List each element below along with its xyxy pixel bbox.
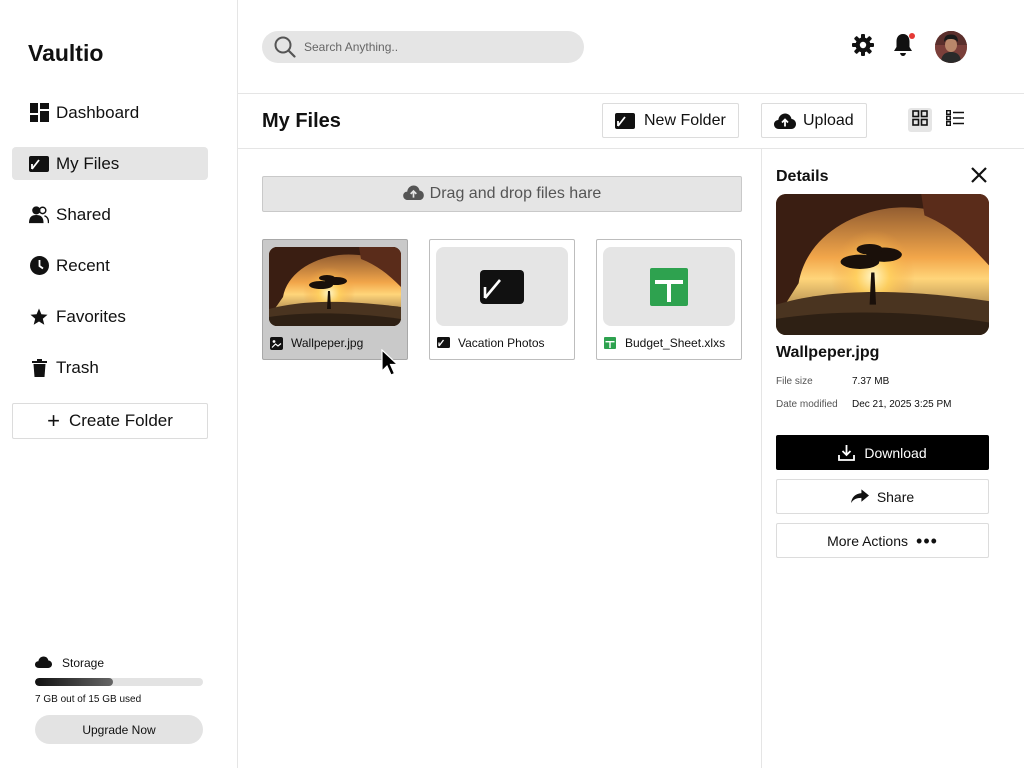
sidebar-item-label: Recent xyxy=(56,255,110,275)
details-file-name: Wallpeper.jpg xyxy=(776,344,880,361)
file-size-value: 7.37 MB xyxy=(852,376,890,387)
sidebar-item-label: My Files xyxy=(56,153,120,173)
sidebar-item-label: Trash xyxy=(56,357,99,377)
folder-icon xyxy=(29,154,49,174)
folder-icon xyxy=(437,336,450,350)
file-preview xyxy=(776,194,989,335)
more-dots-icon: ••• xyxy=(916,530,938,551)
spreadsheet-thumbnail xyxy=(603,247,735,326)
mouse-cursor-icon xyxy=(381,348,401,377)
grid-view-button[interactable] xyxy=(908,108,932,132)
dropzone-label: Drag and drop files hare xyxy=(429,185,602,202)
storage-progress-fill xyxy=(35,678,114,686)
file-name: Vacation Photos xyxy=(458,336,545,350)
close-icon xyxy=(970,167,988,188)
more-actions-button[interactable]: More Actions ••• xyxy=(776,523,989,558)
sidebar-item-dashboard[interactable]: Dashboard xyxy=(12,96,208,129)
date-modified-row: Date modified Dec 21, 2025 3:25 PM xyxy=(776,399,952,410)
sidebar-item-label: Favorites xyxy=(56,306,126,326)
sidebar-item-recent[interactable]: Recent xyxy=(12,249,208,282)
search-input[interactable] xyxy=(304,40,564,54)
share-arrow-icon xyxy=(850,488,869,506)
storage-label: Storage xyxy=(62,656,105,670)
download-button[interactable]: Download xyxy=(776,435,989,470)
sidebar-item-favorites[interactable]: Favorites xyxy=(12,300,208,333)
upgrade-now-button[interactable]: Upgrade Now xyxy=(35,715,203,744)
download-icon xyxy=(838,444,856,462)
gear-icon xyxy=(852,33,874,61)
new-folder-button[interactable]: New Folder xyxy=(602,103,739,138)
download-label: Download xyxy=(864,444,927,461)
create-folder-button[interactable]: + Create Folder xyxy=(12,403,208,439)
sidebar-item-my-files[interactable]: My Files xyxy=(12,147,208,180)
sidebar-item-trash[interactable]: Trash xyxy=(12,351,208,384)
share-label: Share xyxy=(876,488,915,505)
details-title: Details xyxy=(776,168,829,185)
cloud-icon xyxy=(35,656,53,670)
dashboard-icon xyxy=(29,103,49,123)
storage-progress-bar xyxy=(35,678,203,686)
close-details-button[interactable] xyxy=(970,166,990,186)
search-bar[interactable] xyxy=(262,31,584,63)
files-toolbar: My Files New Folder Upload xyxy=(238,94,1024,149)
users-icon xyxy=(29,205,49,225)
settings-button[interactable] xyxy=(851,33,875,61)
date-modified-label: Date modified xyxy=(776,399,838,410)
storage-usage-text: 7 GB out of 15 GB used xyxy=(35,694,142,705)
upload-button[interactable]: Upload xyxy=(761,103,867,138)
list-view-button[interactable] xyxy=(943,108,967,132)
spreadsheet-icon xyxy=(604,336,617,350)
share-button[interactable]: Share xyxy=(776,479,989,514)
upload-cloud-icon xyxy=(402,185,425,203)
bell-icon xyxy=(892,32,916,63)
list-icon xyxy=(945,109,964,131)
search-icon xyxy=(274,36,296,58)
page-title: My Files xyxy=(262,110,341,132)
image-thumbnail xyxy=(269,247,401,326)
sidebar-nav: Dashboard My Files Shared Recent Favorit… xyxy=(12,96,208,402)
topbar xyxy=(238,0,1024,94)
image-icon xyxy=(270,336,283,350)
file-size-row: File size 7.37 MB xyxy=(776,376,889,387)
trash-icon xyxy=(29,358,49,378)
details-panel: Details Wallpeper.jpg File size 7.37 MB … xyxy=(761,149,1024,768)
dropzone[interactable]: Drag and drop files hare xyxy=(262,176,742,212)
clock-icon xyxy=(29,256,49,276)
sidebar-item-label: Dashboard xyxy=(56,102,140,122)
avatar[interactable] xyxy=(935,31,967,63)
sidebar-item-shared[interactable]: Shared xyxy=(12,198,208,231)
sidebar-item-label: Shared xyxy=(56,204,111,224)
notifications-button[interactable] xyxy=(892,32,916,59)
folder-thumbnail xyxy=(436,247,568,326)
new-folder-icon xyxy=(615,111,637,131)
file-size-label: File size xyxy=(776,376,813,387)
more-actions-label: More Actions xyxy=(827,532,909,549)
file-card-wallpeper[interactable]: Wallpeper.jpg xyxy=(262,239,408,360)
sidebar: Vaultio Dashboard My Files Shared Recent xyxy=(0,0,238,768)
upload-cloud-icon xyxy=(774,111,796,131)
star-icon xyxy=(29,307,49,327)
file-name: Budget_Sheet.xlxs xyxy=(625,336,726,350)
file-card-vacation-photos[interactable]: Vacation Photos xyxy=(429,239,575,360)
file-card-budget-sheet[interactable]: Budget_Sheet.xlxs xyxy=(596,239,742,360)
upload-label: Upload xyxy=(803,111,854,129)
create-folder-label: Create Folder xyxy=(68,411,173,430)
storage-widget: Storage 7 GB out of 15 GB used Upgrade N… xyxy=(35,656,203,744)
file-name: Wallpeper.jpg xyxy=(291,336,364,350)
plus-icon: + xyxy=(47,408,60,433)
grid-icon xyxy=(912,109,928,131)
new-folder-label: New Folder xyxy=(644,111,726,129)
brand-logo[interactable]: Vaultio xyxy=(28,40,103,67)
date-modified-value: Dec 21, 2025 3:25 PM xyxy=(852,399,952,410)
